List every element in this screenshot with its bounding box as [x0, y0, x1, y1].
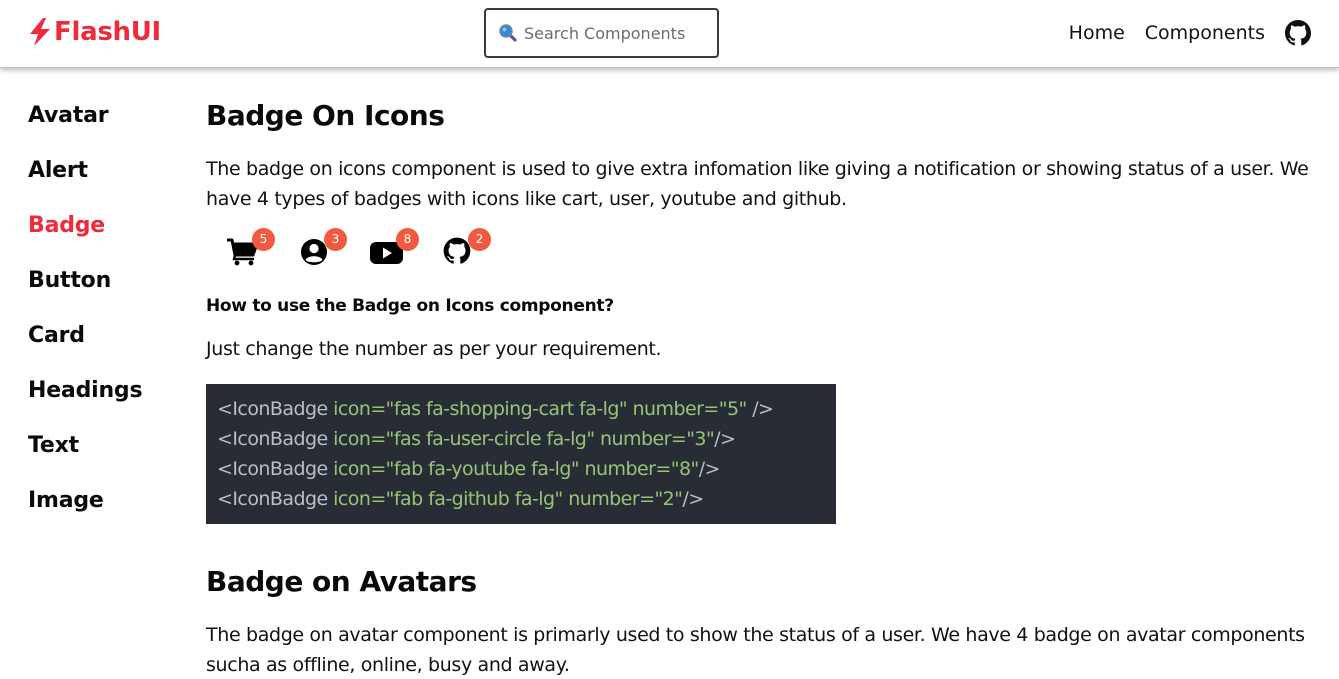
section-title-badge-on-icons: Badge On Icons [206, 99, 445, 132]
nav-components-link[interactable]: Components [1145, 17, 1265, 49]
section-description: The badge on avatar component is primarl… [206, 624, 1305, 676]
code-line: <IconBadge icon="fas fa-shopping-cart fa… [217, 394, 836, 424]
code-attrs: icon="fas fa-user-circle fa-lg" number="… [333, 428, 715, 450]
notification-badge: 8 [396, 228, 419, 251]
sidebar-item-badge[interactable]: Badge [28, 206, 188, 261]
code-tag: <IconBadge [217, 458, 334, 480]
code-tag: <IconBadge [217, 488, 334, 510]
code-line: <IconBadge icon="fab fa-github fa-lg" nu… [217, 484, 836, 514]
nav-links: Home Components [1069, 17, 1311, 49]
code-close: /> [682, 488, 704, 510]
section-description: The badge on icons component is used to … [206, 158, 1309, 210]
top-navbar: FlashUI Home Components [0, 0, 1339, 68]
notification-badge: 5 [252, 228, 275, 251]
code-close: /> [746, 398, 774, 420]
brand-name: FlashUI [54, 17, 161, 47]
howto-heading: How to use the Badge on Icons component? [206, 296, 614, 316]
sidebar-item-button[interactable]: Button [28, 261, 188, 316]
notification-badge: 3 [324, 228, 347, 251]
lightning-bolt-icon [28, 17, 52, 47]
sidebar-item-text[interactable]: Text [28, 426, 188, 481]
code-tag: <IconBadge [217, 398, 334, 420]
main-content: Badge On Icons The badge on icons compon… [206, 96, 1316, 679]
sidebar-item-card[interactable]: Card [28, 316, 188, 371]
code-close: /> [714, 428, 736, 450]
code-line: <IconBadge icon="fas fa-user-circle fa-l… [217, 424, 836, 454]
notification-badge: 2 [468, 228, 491, 251]
howto-text: Just change the number as per your requi… [206, 338, 662, 360]
sidebar-item-avatar[interactable]: Avatar [28, 96, 188, 151]
code-attrs: icon="fas fa-shopping-cart fa-lg" number… [333, 398, 747, 420]
icon-badge-youtube: 8 [370, 226, 442, 276]
sidebar-item-alert[interactable]: Alert [28, 151, 188, 206]
brand-logo-link[interactable]: FlashUI [28, 15, 161, 49]
magnifier-icon [498, 23, 518, 43]
code-block: <IconBadge icon="fas fa-shopping-cart fa… [206, 384, 836, 524]
code-attrs: icon="fab fa-github fa-lg" number="2" [333, 488, 683, 510]
code-attrs: icon="fab fa-youtube fa-lg" number="8" [333, 458, 699, 480]
icon-badge-cart: 5 [226, 226, 298, 276]
code-close: /> [698, 458, 721, 480]
search-input[interactable] [524, 23, 714, 43]
sidebar: Avatar Alert Badge Button Card Headings … [28, 96, 188, 536]
sidebar-item-image[interactable]: Image [28, 481, 188, 536]
sidebar-item-headings[interactable]: Headings [28, 371, 188, 426]
search-box[interactable] [484, 8, 719, 58]
code-tag: <IconBadge [217, 428, 334, 450]
icon-badge-user: 3 [298, 226, 370, 276]
github-icon[interactable] [1285, 20, 1311, 46]
code-line: <IconBadge icon="fab fa-youtube fa-lg" n… [217, 454, 836, 484]
nav-home-link[interactable]: Home [1069, 17, 1125, 49]
icon-badge-demo: 5 3 8 2 [206, 226, 1316, 276]
section-title-badge-on-avatars: Badge on Avatars [206, 565, 477, 598]
icon-badge-github: 2 [442, 226, 514, 276]
